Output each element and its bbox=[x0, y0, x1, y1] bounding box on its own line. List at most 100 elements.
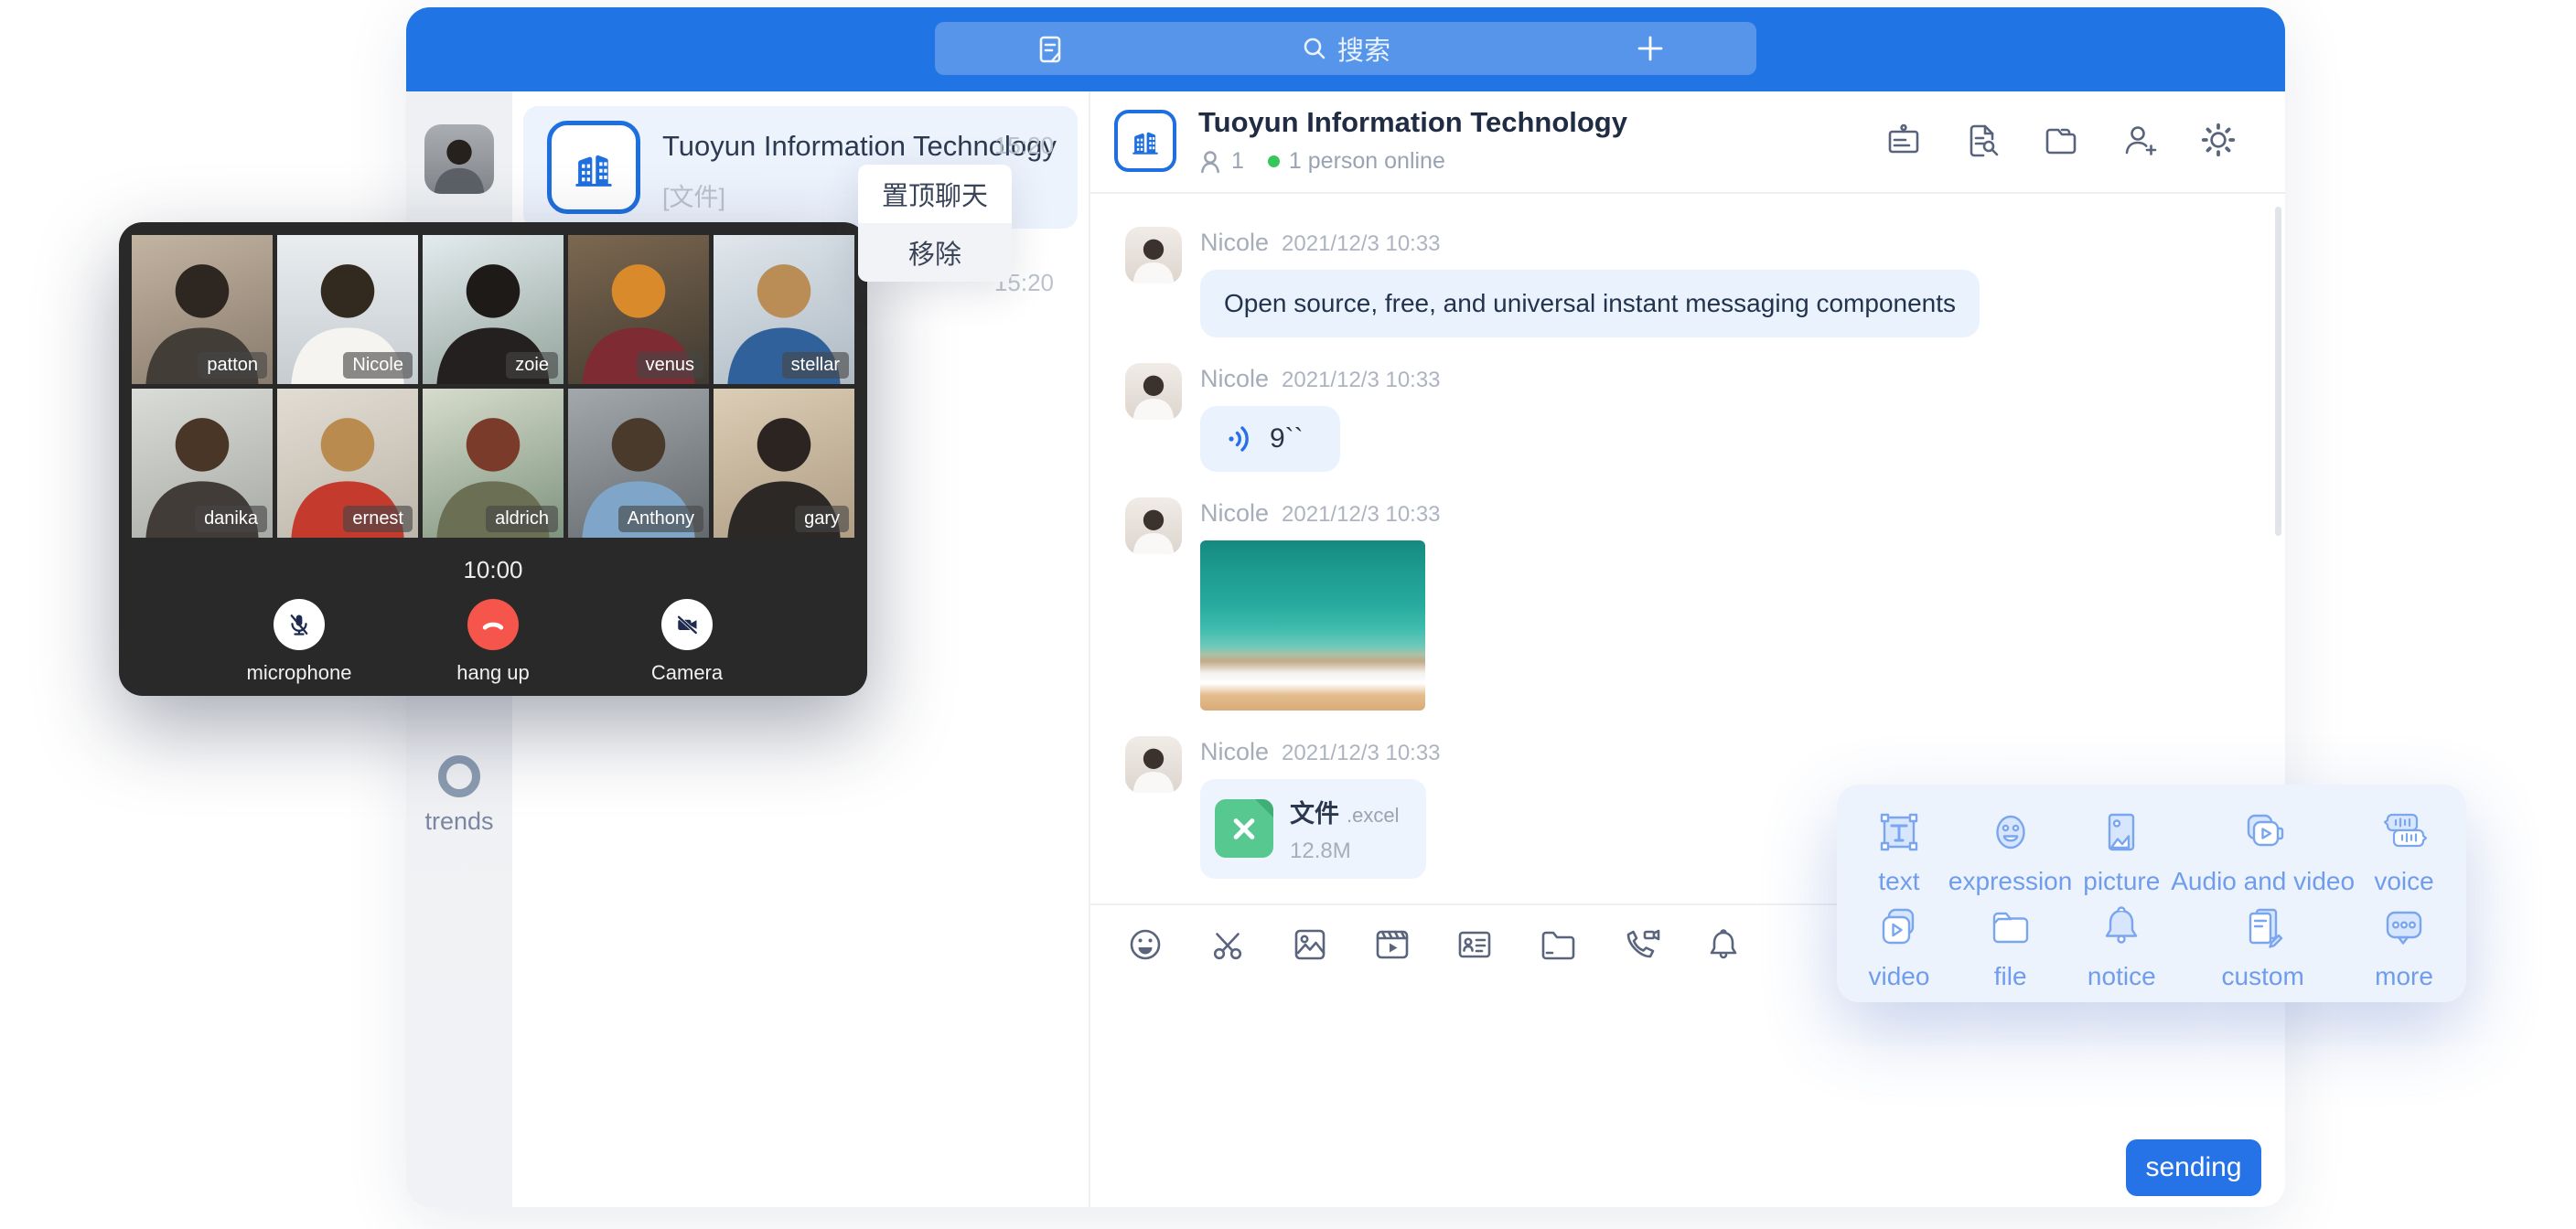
menu-item-pin-chat[interactable]: 置顶聊天 bbox=[858, 165, 1012, 223]
chat-panel: Tuoyun Information Technology 1 1 person… bbox=[1090, 91, 2285, 1207]
participant-name: stellar bbox=[782, 352, 849, 379]
avatar[interactable] bbox=[1125, 227, 1182, 283]
panel-label: voice bbox=[2374, 867, 2433, 896]
compose-area[interactable]: sending bbox=[1090, 984, 2285, 1207]
camera-toggle-button[interactable] bbox=[661, 599, 713, 650]
panel-item-expression[interactable]: expression bbox=[1948, 805, 2072, 896]
chat-header-actions bbox=[1884, 121, 2238, 159]
image-icon[interactable] bbox=[1290, 924, 1330, 965]
conversation-time: 15:20 bbox=[994, 132, 1054, 160]
text-bubble[interactable]: Open source, free, and universal instant… bbox=[1200, 270, 1980, 337]
microphone-label: microphone bbox=[231, 661, 368, 685]
building-icon bbox=[1128, 123, 1163, 158]
emoji-icon[interactable] bbox=[1125, 924, 1165, 965]
panel-label: video bbox=[1868, 962, 1929, 991]
participant-tile[interactable]: ernest bbox=[277, 389, 418, 538]
video-icon bbox=[1873, 900, 1925, 953]
chat-history-search-icon[interactable] bbox=[1963, 121, 2002, 159]
video-clip-icon[interactable] bbox=[1372, 924, 1412, 965]
search-bar[interactable]: 搜索 bbox=[935, 22, 1756, 75]
participant-tile[interactable]: Anthony bbox=[568, 389, 709, 538]
panel-label: notice bbox=[2088, 962, 2156, 991]
camera-label: Camera bbox=[618, 661, 756, 685]
panel-item-custom[interactable]: custom bbox=[2171, 900, 2355, 991]
participant-tile[interactable]: gary bbox=[714, 389, 854, 538]
file-folder-icon bbox=[1985, 900, 2036, 953]
panel-label: more bbox=[2375, 962, 2433, 991]
search-field[interactable]: 搜索 bbox=[935, 22, 1756, 75]
sender-name: Nicole bbox=[1200, 738, 1269, 766]
search-icon bbox=[1301, 35, 1328, 62]
top-bar: 搜索 bbox=[406, 7, 2285, 91]
panel-item-more[interactable]: more bbox=[2355, 900, 2453, 991]
hang-up-button[interactable] bbox=[467, 599, 519, 650]
chat-header: Tuoyun Information Technology 1 1 person… bbox=[1090, 91, 2285, 194]
voice-bubble[interactable]: 9`` bbox=[1200, 406, 1340, 472]
conversation-context-menu: 置顶聊天 移除 bbox=[858, 165, 1012, 282]
avatar[interactable] bbox=[1125, 363, 1182, 420]
panel-item-audio-video[interactable]: Audio and video bbox=[2171, 805, 2355, 896]
camera-control: Camera bbox=[618, 599, 756, 685]
group-avatar bbox=[547, 121, 640, 214]
files-icon[interactable] bbox=[2042, 121, 2080, 159]
add-member-icon[interactable] bbox=[2120, 121, 2159, 159]
participant-name: Nicole bbox=[343, 352, 413, 379]
avatar[interactable] bbox=[1125, 736, 1182, 793]
participant-tile[interactable]: aldrich bbox=[423, 389, 564, 538]
scrollbar-thumb[interactable] bbox=[2275, 207, 2281, 536]
settings-gear-icon[interactable] bbox=[2199, 121, 2238, 159]
panel-item-file[interactable]: file bbox=[1948, 900, 2072, 991]
text-icon bbox=[1873, 805, 1925, 858]
folder-icon[interactable] bbox=[1537, 924, 1577, 965]
panel-item-picture[interactable]: picture bbox=[2072, 805, 2171, 896]
message-time: 2021/12/3 10:33 bbox=[1282, 502, 1441, 528]
participant-name: patton bbox=[198, 352, 267, 379]
panel-item-text[interactable]: text bbox=[1850, 805, 1948, 896]
video-call-icon[interactable] bbox=[1619, 924, 1661, 965]
conversation-preview: [文件] bbox=[662, 177, 725, 213]
participant-name: gary bbox=[795, 506, 849, 532]
panel-label: text bbox=[1878, 867, 1919, 896]
participant-tile[interactable]: Nicole bbox=[277, 235, 418, 384]
message-time: 2021/12/3 10:33 bbox=[1282, 741, 1441, 766]
sender-name: Nicole bbox=[1200, 499, 1269, 528]
notice-bell-icon bbox=[2096, 900, 2147, 953]
participant-tile[interactable]: danika bbox=[132, 389, 273, 538]
message-text: Nicole 2021/12/3 10:33 Open source, free… bbox=[1125, 227, 2285, 337]
call-controls: microphone hang up Camera bbox=[132, 599, 854, 685]
message-image: Nicole 2021/12/3 10:33 bbox=[1125, 497, 2285, 711]
participant-name: venus bbox=[637, 352, 703, 379]
voice-icon bbox=[2378, 805, 2430, 858]
participant-tile[interactable]: stellar bbox=[714, 235, 854, 384]
panel-label: expression bbox=[1948, 867, 2072, 896]
hang-up-icon bbox=[478, 610, 508, 639]
notice-board-icon[interactable] bbox=[1884, 121, 1923, 159]
panel-item-notice[interactable]: notice bbox=[2072, 900, 2171, 991]
microphone-control: microphone bbox=[231, 599, 368, 685]
participant-tile[interactable]: zoie bbox=[423, 235, 564, 384]
screenshot-scissors-icon[interactable] bbox=[1208, 924, 1248, 965]
participant-tile[interactable]: patton bbox=[132, 235, 273, 384]
panel-item-video[interactable]: video bbox=[1850, 900, 1948, 991]
menu-item-remove[interactable]: 移除 bbox=[858, 223, 1012, 282]
trends-label: trends bbox=[406, 807, 512, 836]
participant-name: aldrich bbox=[486, 506, 558, 532]
user-avatar[interactable] bbox=[424, 124, 494, 194]
file-attachment[interactable]: 文件.excel 12.8M bbox=[1200, 779, 1426, 879]
online-text: 1 person online bbox=[1289, 148, 1445, 175]
search-label: 搜索 bbox=[1337, 29, 1390, 68]
microphone-mute-button[interactable] bbox=[274, 599, 325, 650]
panel-item-voice[interactable]: voice bbox=[2355, 805, 2453, 896]
participant-tile[interactable]: venus bbox=[568, 235, 709, 384]
avatar[interactable] bbox=[1125, 497, 1182, 554]
contact-card-icon[interactable] bbox=[1454, 924, 1495, 965]
image-attachment[interactable] bbox=[1200, 540, 1425, 711]
sidebar-item-trends[interactable]: trends bbox=[406, 755, 512, 836]
add-icon[interactable] bbox=[1636, 34, 1665, 68]
send-button[interactable]: sending bbox=[2126, 1139, 2261, 1196]
notification-bell-icon[interactable] bbox=[1703, 924, 1744, 965]
excel-file-icon bbox=[1215, 799, 1273, 858]
group-avatar bbox=[1114, 110, 1176, 172]
hangup-control: hang up bbox=[424, 599, 562, 685]
participant-name: ernest bbox=[343, 506, 413, 532]
